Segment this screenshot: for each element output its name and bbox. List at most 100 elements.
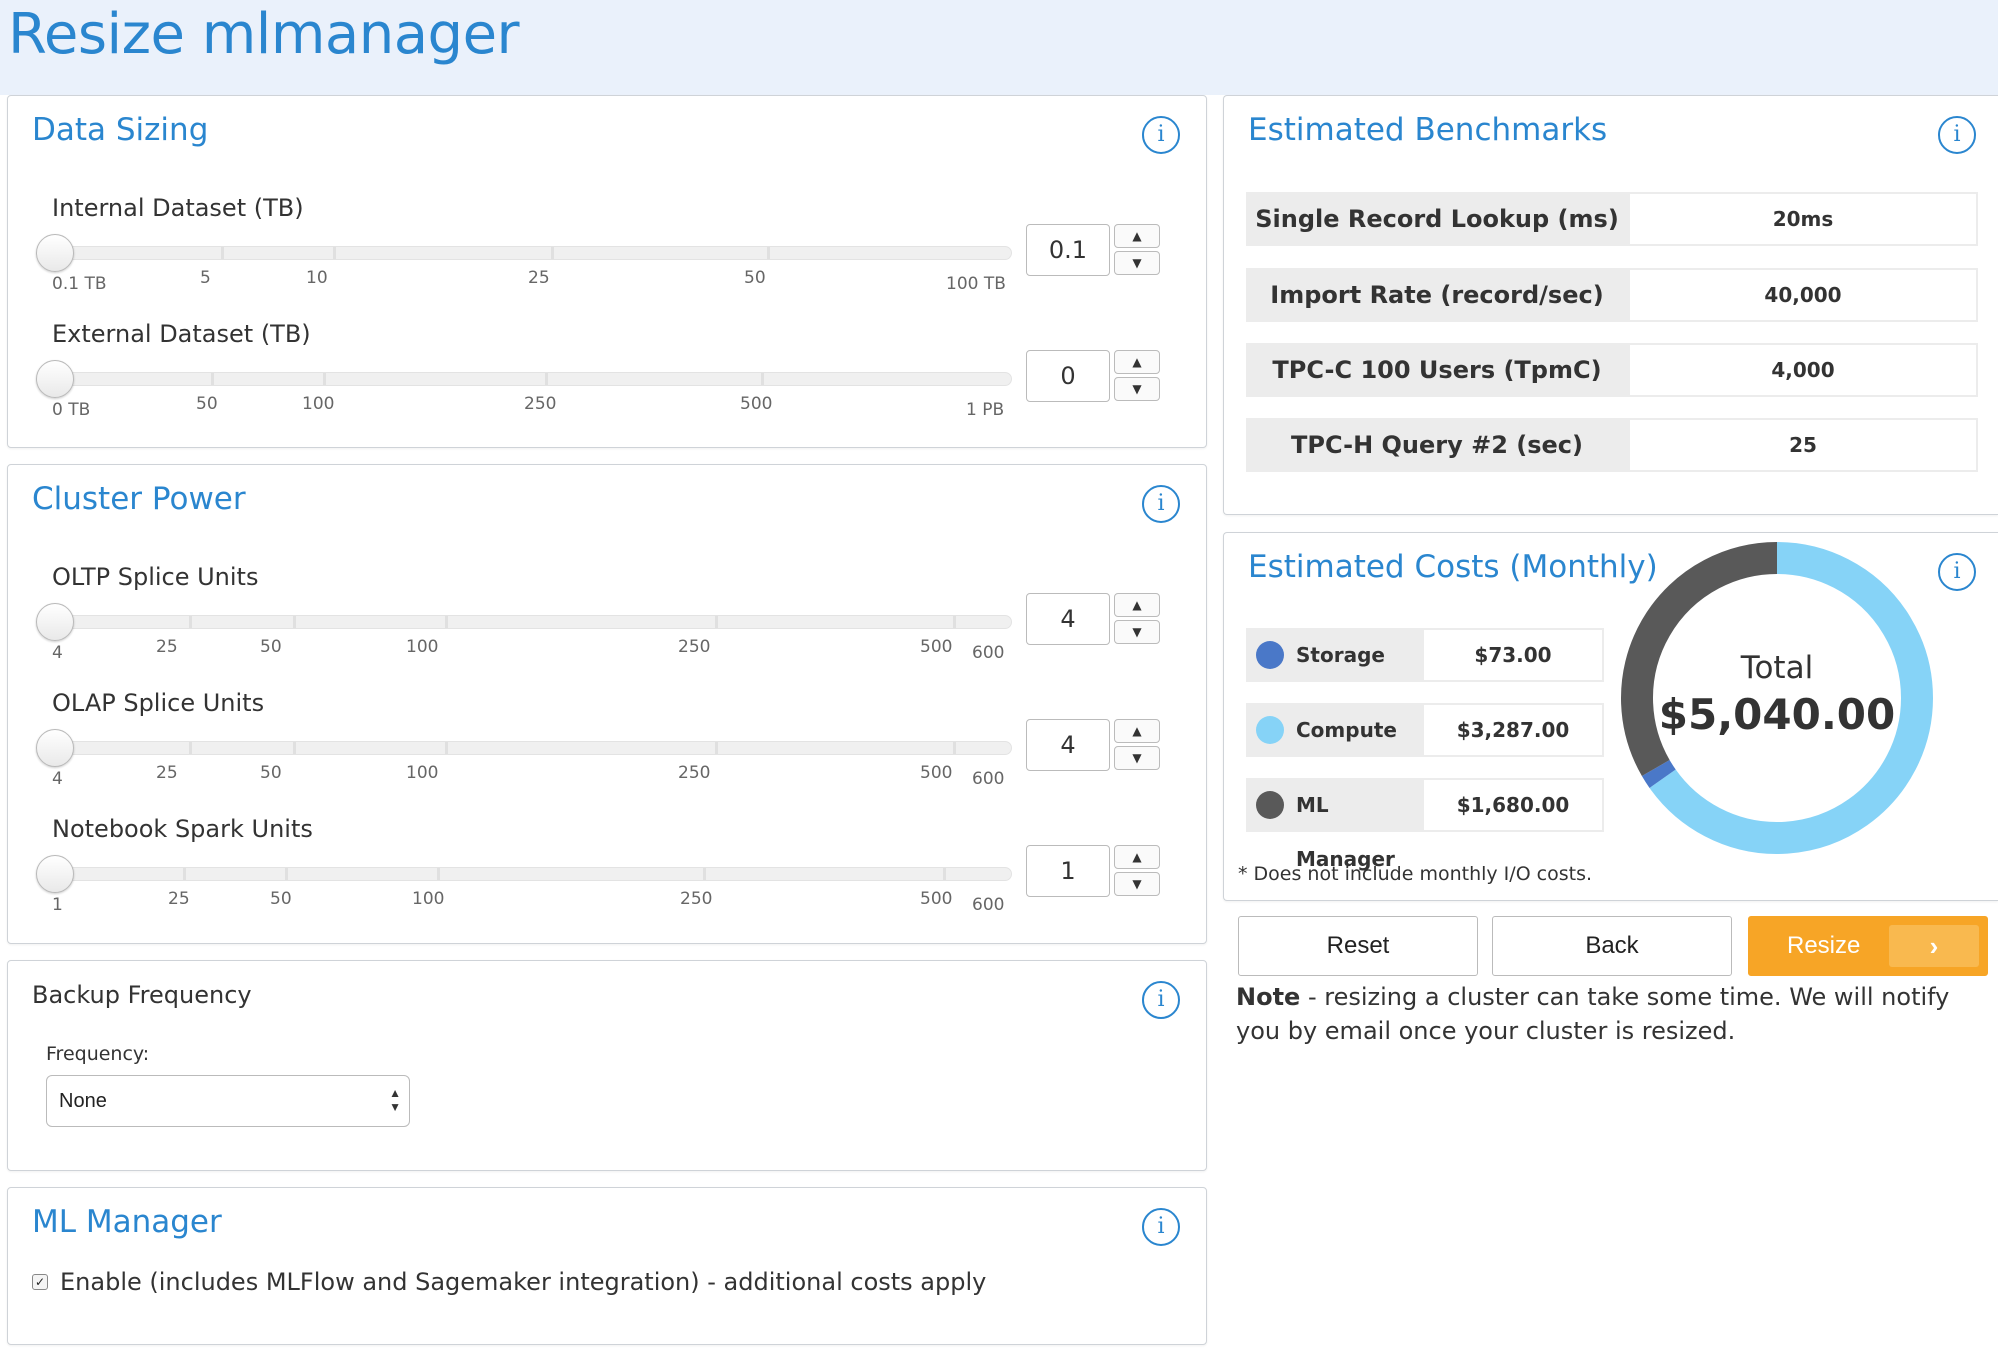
ml-manager-legend-dot (1256, 791, 1284, 819)
slider-tick-label: 600 (972, 643, 1005, 663)
olap-units-label: OLAP Splice Units (52, 689, 265, 717)
slider-tick (189, 742, 192, 754)
slider-tick-label: 250 (678, 763, 711, 783)
slider-tick (221, 247, 224, 259)
cost-row-compute: Compute $3,287.00 (1246, 703, 1604, 757)
cost-value: $73.00 (1422, 628, 1604, 682)
decrement-button[interactable]: ▼ (1114, 620, 1160, 644)
resize-note: Note - resizing a cluster can take some … (1236, 980, 1966, 1048)
olap-units-input[interactable]: 4 (1026, 719, 1110, 771)
cost-value: $3,287.00 (1422, 703, 1604, 757)
decrement-button[interactable]: ▼ (1114, 872, 1160, 896)
slider-tick-label: 50 (260, 763, 282, 783)
decrement-button[interactable]: ▼ (1114, 746, 1160, 770)
oltp-units-label: OLTP Splice Units (52, 563, 259, 591)
notebook-units-slider-handle[interactable] (36, 855, 74, 893)
olap-units-slider-track[interactable] (60, 741, 1012, 755)
slider-tick-label: 100 TB (946, 274, 1006, 294)
ml-manager-enable-checkbox[interactable]: ✓ (32, 1274, 48, 1290)
cost-label: Storage (1246, 628, 1422, 682)
info-icon[interactable]: i (1938, 553, 1976, 591)
frequency-select[interactable]: None ▲ ▼ (46, 1075, 410, 1127)
donut-total-value: $5,040.00 (1658, 690, 1896, 739)
benchmark-row: Import Rate (record/sec) 40,000 (1246, 268, 1978, 322)
external-dataset-label: External Dataset (TB) (52, 320, 311, 348)
notebook-units-input[interactable]: 1 (1026, 845, 1110, 897)
reset-button[interactable]: Reset (1238, 916, 1478, 976)
slider-tick (715, 616, 718, 628)
internal-dataset-slider-track[interactable] (60, 246, 1012, 260)
oltp-units-slider-handle[interactable] (36, 603, 74, 641)
decrement-button[interactable]: ▼ (1114, 377, 1160, 401)
resize-button-label: Resize (1787, 932, 1861, 959)
benchmark-label: TPC-C 100 Users (TpmC) (1246, 343, 1628, 397)
increment-button[interactable]: ▲ (1114, 719, 1160, 743)
slider-tick-label: 100 (412, 889, 445, 909)
donut-total-label: Total (1740, 650, 1814, 686)
internal-dataset-slider-handle[interactable] (36, 234, 74, 272)
cluster-power-title: Cluster Power (32, 481, 246, 517)
oltp-units-slider-track[interactable] (60, 615, 1012, 629)
benchmarks-title: Estimated Benchmarks (1248, 112, 1608, 148)
internal-dataset-input[interactable]: 0.1 (1026, 224, 1110, 276)
olap-units-spinner: ▲ ▼ (1114, 719, 1160, 771)
decrement-button[interactable]: ▼ (1114, 251, 1160, 275)
slider-tick (767, 247, 770, 259)
benchmark-value: 25 (1628, 418, 1978, 472)
increment-button[interactable]: ▲ (1114, 224, 1160, 248)
slider-tick-label: 250 (524, 394, 557, 414)
cost-value: $1,680.00 (1422, 778, 1604, 832)
cost-label-text: Compute (1296, 718, 1397, 742)
slider-tick (545, 373, 548, 385)
resize-button[interactable]: Resize › (1748, 916, 1988, 976)
benchmark-value: 20ms (1628, 192, 1978, 246)
ml-manager-title: ML Manager (32, 1204, 222, 1240)
external-dataset-input[interactable]: 0 (1026, 350, 1110, 402)
info-icon[interactable]: i (1142, 116, 1180, 154)
slider-tick-label: 600 (972, 895, 1005, 915)
slider-tick-label: 500 (920, 889, 953, 909)
slider-tick-label: 100 (406, 763, 439, 783)
slider-tick (943, 868, 946, 880)
slider-tick-label: 50 (196, 394, 218, 414)
info-icon[interactable]: i (1142, 981, 1180, 1019)
back-button[interactable]: Back (1492, 916, 1732, 976)
increment-button[interactable]: ▲ (1114, 350, 1160, 374)
note-label: Note (1236, 983, 1301, 1011)
oltp-units-input[interactable]: 4 (1026, 593, 1110, 645)
costs-title: Estimated Costs (Monthly) (1248, 549, 1658, 585)
slider-tick (715, 742, 718, 754)
external-dataset-slider-track[interactable] (60, 372, 1012, 386)
slider-tick (953, 742, 956, 754)
cost-label-text: Storage (1296, 643, 1385, 667)
increment-button[interactable]: ▲ (1114, 593, 1160, 617)
slider-tick (703, 868, 706, 880)
slider-tick-label: 0.1 TB (52, 274, 107, 294)
select-arrows-icon: ▲ ▼ (389, 1086, 401, 1114)
notebook-units-label: Notebook Spark Units (52, 815, 313, 843)
olap-units-slider-handle[interactable] (36, 729, 74, 767)
ml-manager-panel: ML Manager i ✓ Enable (includes MLFlow a… (7, 1187, 1207, 1345)
slider-tick-label: 4 (52, 643, 63, 663)
info-icon[interactable]: i (1142, 1208, 1180, 1246)
compute-legend-dot (1256, 716, 1284, 744)
info-icon[interactable]: i (1142, 485, 1180, 523)
benchmark-label: TPC-H Query #2 (sec) (1246, 418, 1628, 472)
slider-tick-label: 1 PB (966, 400, 1005, 420)
external-dataset-slider-handle[interactable] (36, 360, 74, 398)
cost-label: Compute (1246, 703, 1422, 757)
benchmark-row: TPC-C 100 Users (TpmC) 4,000 (1246, 343, 1978, 397)
benchmark-row: Single Record Lookup (ms) 20ms (1246, 192, 1978, 246)
costs-footnote: * Does not include monthly I/O costs. (1238, 863, 1593, 885)
donut-segment-storage (1641, 759, 1676, 788)
oltp-units-spinner: ▲ ▼ (1114, 593, 1160, 645)
external-dataset-spinner: ▲ ▼ (1114, 350, 1160, 402)
notebook-units-slider-track[interactable] (60, 867, 1012, 881)
info-icon[interactable]: i (1938, 116, 1976, 154)
notebook-units-spinner: ▲ ▼ (1114, 845, 1160, 897)
benchmark-label: Single Record Lookup (ms) (1246, 192, 1628, 246)
increment-button[interactable]: ▲ (1114, 845, 1160, 869)
benchmark-value: 4,000 (1628, 343, 1978, 397)
slider-tick (189, 616, 192, 628)
slider-tick (323, 373, 326, 385)
